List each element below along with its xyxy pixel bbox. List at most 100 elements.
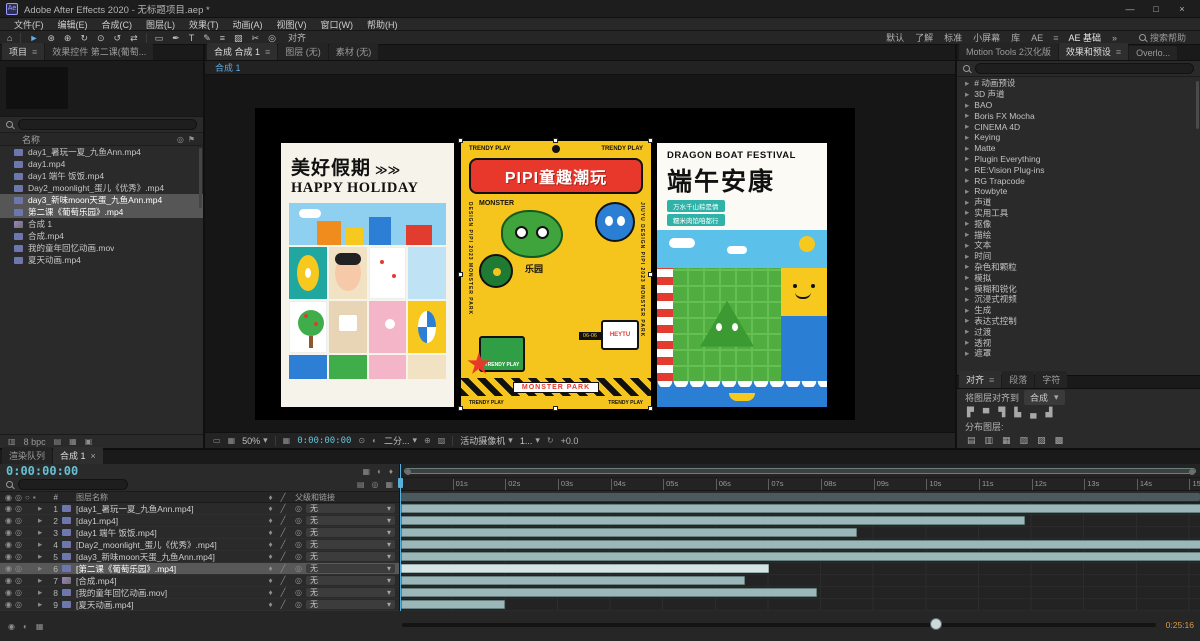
motion-blur-icon[interactable]: ▦ <box>385 480 393 489</box>
effects-category[interactable]: RE:Vision Plug-ins <box>957 164 1200 175</box>
project-item[interactable]: day1.mp4 <box>0 158 203 170</box>
grid-guides-icon[interactable]: ▦ <box>283 436 291 445</box>
effects-category[interactable]: 描绘 <box>957 229 1200 240</box>
distribute-h-center-button[interactable]: ▨ <box>1037 435 1046 446</box>
align-to-dropdown[interactable]: 合成 <box>1024 389 1065 405</box>
bit-depth-button[interactable]: 8 bpc <box>24 437 46 447</box>
project-item[interactable]: day1_暑玩一夏_九鱼Ann.mp4 <box>0 146 203 158</box>
tab-project[interactable]: 项目 <box>2 43 45 60</box>
layer-name-column-header[interactable]: 图层名称 <box>74 492 259 503</box>
layer-row[interactable]: ◉◎ 5 [day3_新味moon天蛋_九鱼Ann.mp4] ♦╱ ◎无 <box>0 551 399 563</box>
new-folder-icon[interactable]: ▤ <box>54 437 62 446</box>
project-item[interactable]: Day2_moonlight_蛋儿《优秀》.mp4 <box>0 182 203 194</box>
effects-scrollbar[interactable] <box>1196 81 1199 129</box>
distribute-bottom-button[interactable]: ▦ <box>1002 435 1011 446</box>
effects-category[interactable]: 遮罩 <box>957 348 1200 359</box>
layer-bar[interactable] <box>401 504 1200 513</box>
layer-bar[interactable] <box>401 528 857 537</box>
viewer-current-time[interactable]: 0:00:00:00 <box>297 436 351 446</box>
comp-mini-flowchart-icon[interactable]: ▦ <box>363 467 371 476</box>
draft-3d-icon[interactable]: ◐ <box>377 467 382 476</box>
toggle-switches-icon[interactable]: ◐ <box>23 622 28 631</box>
menu-edit[interactable]: 编辑(E) <box>52 18 94 31</box>
layer-bar[interactable] <box>401 540 1200 549</box>
menu-window[interactable]: 窗口(W) <box>315 18 360 31</box>
align-h-center-button[interactable]: ▀ <box>983 408 989 418</box>
expand-layers-icon[interactable]: ◉ <box>8 622 15 631</box>
effects-category[interactable]: 沉浸式视频 <box>957 294 1200 305</box>
delete-icon[interactable]: ▣ <box>85 437 93 446</box>
effects-category[interactable]: 模拟 <box>957 272 1200 283</box>
transparency-grid-icon[interactable]: ▨ <box>438 436 446 445</box>
pick-whip-icon[interactable]: ◎ <box>295 552 302 561</box>
workspace-overflow-chevron[interactable]: » <box>1111 33 1118 43</box>
minimize-button[interactable]: — <box>1118 2 1142 16</box>
type-tool-icon[interactable]: T <box>188 32 196 44</box>
shape-tool-icon[interactable]: ▭ <box>154 32 165 44</box>
composition-frame-icon[interactable]: ▤ <box>357 480 365 489</box>
magnification-dropdown[interactable]: 50% <box>242 435 268 446</box>
selection-handle[interactable] <box>553 138 558 143</box>
effects-category[interactable]: 实用工具 <box>957 208 1200 219</box>
brush-tool-icon[interactable]: ✎ <box>202 32 212 44</box>
align-bottom-button[interactable]: ▟ <box>1046 407 1053 418</box>
project-item[interactable]: day3_新味moon天蛋_九鱼Ann.mp4 <box>0 194 203 206</box>
resolution-dropdown[interactable]: 二分... <box>384 434 417 447</box>
effects-category[interactable]: 声道 <box>957 197 1200 208</box>
composition-canvas[interactable]: 美好假期 ≫≫ HAPPY HOLIDAY TRENDY PLAY TRENDY… <box>255 108 855 420</box>
layer-bar[interactable] <box>401 576 745 585</box>
project-search-input[interactable] <box>18 119 197 130</box>
tab-footage[interactable]: 素材 (无) <box>328 43 379 60</box>
distribute-v-center-button[interactable]: ▥ <box>985 435 994 446</box>
pen-tool-icon[interactable]: ✒ <box>171 32 181 44</box>
timeline-current-time[interactable]: 0:00:00:00 <box>6 464 78 478</box>
project-columns-header[interactable]: 名称 ◎ ⚑ <box>0 133 203 146</box>
camera-dropdown[interactable]: 活动摄像机 <box>460 434 513 447</box>
effects-category[interactable]: 模糊和锐化 <box>957 283 1200 294</box>
home-icon[interactable]: ⌂ <box>6 32 13 44</box>
effects-search-input[interactable] <box>975 63 1194 74</box>
menu-file[interactable]: 文件(F) <box>8 18 50 31</box>
hand-tool-icon[interactable]: ⊛ <box>46 32 56 44</box>
rotation-tool-icon[interactable]: ↺ <box>113 32 123 44</box>
layer-row[interactable]: ◉◎ 8 [我的童年回忆动画.mov] ♦╱ ◎无 <box>0 587 399 599</box>
distribute-top-button[interactable]: ▤ <box>967 435 976 446</box>
effects-category[interactable]: 透视 <box>957 337 1200 348</box>
pick-whip-icon[interactable]: ◎ <box>295 588 302 597</box>
playhead[interactable] <box>398 464 403 611</box>
new-composition-icon[interactable]: ▦ <box>69 437 77 446</box>
effects-category[interactable]: BAO <box>957 100 1200 111</box>
selection-handle[interactable] <box>648 138 653 143</box>
tab-timeline-comp[interactable]: 合成 1 <box>53 447 103 464</box>
menu-view[interactable]: 视图(V) <box>271 18 313 31</box>
pick-whip-icon[interactable]: ◎ <box>295 540 302 549</box>
align-left-button[interactable]: ▛ <box>967 407 974 418</box>
scrub-knob[interactable] <box>929 618 942 630</box>
timeline-search-input[interactable] <box>18 479 128 490</box>
effects-category[interactable]: 时间 <box>957 251 1200 262</box>
layer-row-selected[interactable]: ◉◎ 6 [第二课《葡萄乐园》.mp4] ♦╱ ◎无 <box>0 563 399 575</box>
panel-menu-icon[interactable] <box>989 375 994 385</box>
workspace-learn[interactable]: 了解 <box>914 31 934 44</box>
menu-help[interactable]: 帮助(H) <box>361 18 404 31</box>
project-item[interactable]: 我的童年回忆动画.mov <box>0 242 203 254</box>
zoom-tool-icon[interactable]: ⊕ <box>63 32 73 44</box>
workspace-default[interactable]: 默认 <box>885 31 905 44</box>
effects-category[interactable]: Keying <box>957 132 1200 143</box>
project-item[interactable]: 合成.mp4 <box>0 230 203 242</box>
refresh-icon[interactable]: ↻ <box>547 436 554 445</box>
parent-dropdown[interactable]: 无 <box>305 528 395 537</box>
menu-effect[interactable]: 效果(T) <box>183 18 225 31</box>
effects-category[interactable]: RG Trapcode <box>957 175 1200 186</box>
pick-whip-icon[interactable]: ◎ <box>295 576 302 585</box>
layer-bar[interactable] <box>401 600 505 609</box>
parent-dropdown[interactable]: 无 <box>305 588 395 597</box>
menu-composition[interactable]: 合成(C) <box>96 18 139 31</box>
parent-dropdown[interactable]: 无 <box>305 600 395 609</box>
parent-dropdown[interactable]: 无 <box>305 504 395 513</box>
layer-row[interactable]: ◉◎ 4 [Day2_moonlight_蛋儿《优秀》.mp4] ♦╱ ◎无 <box>0 539 399 551</box>
layer-bar[interactable] <box>401 516 1025 525</box>
menu-animation[interactable]: 动画(A) <box>227 18 269 31</box>
parent-dropdown[interactable]: 无 <box>305 564 395 573</box>
selection-handle[interactable] <box>648 272 653 277</box>
